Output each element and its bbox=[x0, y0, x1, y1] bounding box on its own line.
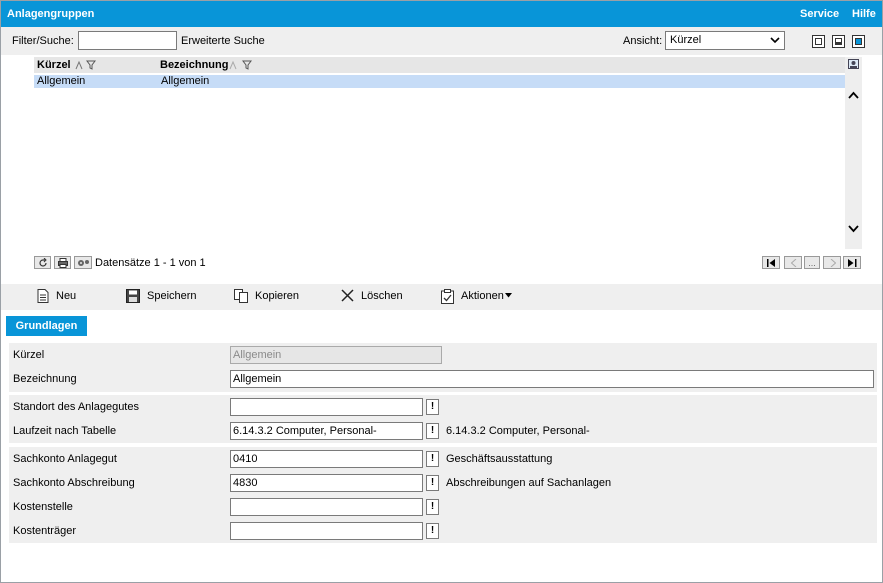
kopieren-label: Kopieren bbox=[255, 290, 300, 302]
save-icon bbox=[126, 289, 140, 303]
refresh-button[interactable] bbox=[34, 256, 51, 269]
sachkonto-abschreibung-lookup-button[interactable]: ! bbox=[426, 475, 439, 491]
grid-header: Kürzel Bezeichnung bbox=[34, 57, 845, 73]
sachkonto-anlagegut-lookup-button[interactable]: ! bbox=[426, 451, 439, 467]
kostentraeger-lookup-button[interactable]: ! bbox=[426, 523, 439, 539]
view-detail-button[interactable] bbox=[852, 35, 865, 48]
sachkonto-anlagegut-label: Sachkonto Anlagegut bbox=[13, 453, 117, 465]
speichern-label: Speichern bbox=[147, 290, 197, 302]
sachkonto-abschreibung-label: Sachkonto Abschreibung bbox=[13, 477, 135, 489]
grid-scrollbar[interactable] bbox=[845, 57, 862, 249]
app-window: Anlagengruppen Service Hilfe Filter/Such… bbox=[0, 0, 883, 583]
column-header-bezeichnung[interactable]: Bezeichnung bbox=[160, 59, 228, 71]
bezeichnung-label: Bezeichnung bbox=[13, 373, 77, 385]
laufzeit-label: Laufzeit nach Tabelle bbox=[13, 425, 117, 437]
laufzeit-lookup-button[interactable]: ! bbox=[426, 423, 439, 439]
single-pane-icon bbox=[815, 38, 822, 45]
scroll-up-icon[interactable] bbox=[848, 91, 859, 99]
gear-icon bbox=[78, 260, 89, 266]
scroll-down-icon[interactable] bbox=[848, 225, 859, 233]
sort-icon[interactable] bbox=[229, 60, 237, 70]
laufzeit-description: 6.14.3.2 Computer, Personal- bbox=[446, 425, 590, 437]
caret-down-icon bbox=[505, 293, 512, 298]
window-title: Anlagengruppen bbox=[7, 8, 95, 20]
view-select[interactable]: Kürzel bbox=[665, 31, 785, 50]
cell-bezeichnung: Allgemein bbox=[161, 75, 210, 87]
laufzeit-field[interactable]: 6.14.3.2 Computer, Personal- bbox=[230, 422, 423, 440]
column-header-kuerzel[interactable]: Kürzel bbox=[37, 59, 71, 71]
previous-page-button[interactable] bbox=[784, 256, 802, 269]
kuerzel-label: Kürzel bbox=[13, 349, 45, 361]
view-single-button[interactable] bbox=[812, 35, 825, 48]
sachkonto-anlagegut-field[interactable]: 0410 bbox=[230, 450, 423, 468]
kuerzel-field: Allgemein bbox=[230, 346, 442, 364]
aktionen-label: Aktionen bbox=[461, 290, 504, 302]
split-pane-icon bbox=[835, 38, 842, 45]
form-section-general: Kürzel Allgemein Bezeichnung Allgemein bbox=[9, 343, 877, 392]
refresh-icon bbox=[39, 258, 47, 267]
cell-kuerzel: Allgemein bbox=[37, 75, 86, 87]
menu-service[interactable]: Service bbox=[800, 8, 839, 20]
records-info: Datensätze 1 - 1 von 1 bbox=[95, 257, 206, 269]
filter-label: Filter/Suche: bbox=[12, 35, 74, 47]
form-section-location: Standort des Anlagegutes ! Laufzeit nach… bbox=[9, 395, 877, 443]
filter-icon[interactable] bbox=[242, 60, 252, 70]
standort-lookup-button[interactable]: ! bbox=[426, 399, 439, 415]
first-page-button[interactable] bbox=[762, 256, 780, 269]
sachkonto-abschreibung-field[interactable]: 4830 bbox=[230, 474, 423, 492]
data-grid: Kürzel Bezeichnung Allgemein Allgemein bbox=[34, 57, 862, 249]
kostentraeger-field[interactable] bbox=[230, 522, 423, 540]
delete-icon bbox=[341, 289, 354, 302]
next-page-button[interactable] bbox=[823, 256, 841, 269]
previous-page-icon bbox=[791, 259, 797, 267]
next-page-icon bbox=[830, 259, 836, 267]
filter-input[interactable] bbox=[78, 31, 177, 50]
kostenstelle-field[interactable] bbox=[230, 498, 423, 516]
filter-icon[interactable] bbox=[86, 60, 96, 70]
standort-label: Standort des Anlagegutes bbox=[13, 401, 139, 413]
print-button[interactable] bbox=[54, 256, 71, 269]
tab-grundlagen[interactable]: Grundlagen bbox=[6, 316, 87, 336]
page-select-button[interactable]: ... bbox=[804, 256, 820, 269]
extended-search-link[interactable]: Erweiterte Suche bbox=[181, 35, 265, 47]
view-label: Ansicht: bbox=[623, 35, 663, 47]
menu-hilfe[interactable]: Hilfe bbox=[852, 8, 876, 20]
kostenstelle-label: Kostenstelle bbox=[13, 501, 73, 513]
action-toolbar: Neu Speichern Kopieren Löschen Aktionen bbox=[1, 284, 882, 310]
standort-field[interactable] bbox=[230, 398, 423, 416]
neu-label: Neu bbox=[56, 290, 77, 302]
sachkonto-anlagegut-description: Geschäftsausstattung bbox=[446, 453, 553, 465]
loeschen-label: Löschen bbox=[361, 290, 403, 302]
view-split-button[interactable] bbox=[832, 35, 845, 48]
view-select-value: Kürzel bbox=[670, 34, 702, 46]
filter-bar: Filter/Suche: Erweiterte Suche Ansicht: … bbox=[1, 27, 882, 55]
grid-pager: Datensätze 1 - 1 von 1 ... bbox=[34, 256, 862, 272]
table-row[interactable]: Allgemein Allgemein bbox=[34, 75, 845, 88]
detail-pane-icon bbox=[855, 38, 862, 45]
export-icon[interactable] bbox=[848, 59, 859, 69]
form-section-accounts: Sachkonto Anlagegut 0410 ! Geschäftsauss… bbox=[9, 447, 877, 543]
first-page-icon bbox=[767, 259, 775, 267]
title-bar: Anlagengruppen Service Hilfe bbox=[1, 1, 882, 27]
settings-button[interactable] bbox=[74, 256, 92, 269]
kostentraeger-label: Kostenträger bbox=[13, 525, 76, 537]
clipboard-icon bbox=[441, 289, 454, 304]
chevron-down-icon bbox=[770, 37, 780, 44]
new-document-icon bbox=[37, 289, 49, 303]
sort-icon[interactable] bbox=[75, 60, 83, 70]
kostenstelle-lookup-button[interactable]: ! bbox=[426, 499, 439, 515]
last-page-icon bbox=[848, 259, 857, 267]
copy-icon bbox=[234, 289, 248, 303]
last-page-button[interactable] bbox=[843, 256, 861, 269]
bezeichnung-field[interactable]: Allgemein bbox=[230, 370, 874, 388]
sachkonto-abschreibung-description: Abschreibungen auf Sachanlagen bbox=[446, 477, 612, 489]
printer-icon bbox=[58, 258, 68, 268]
